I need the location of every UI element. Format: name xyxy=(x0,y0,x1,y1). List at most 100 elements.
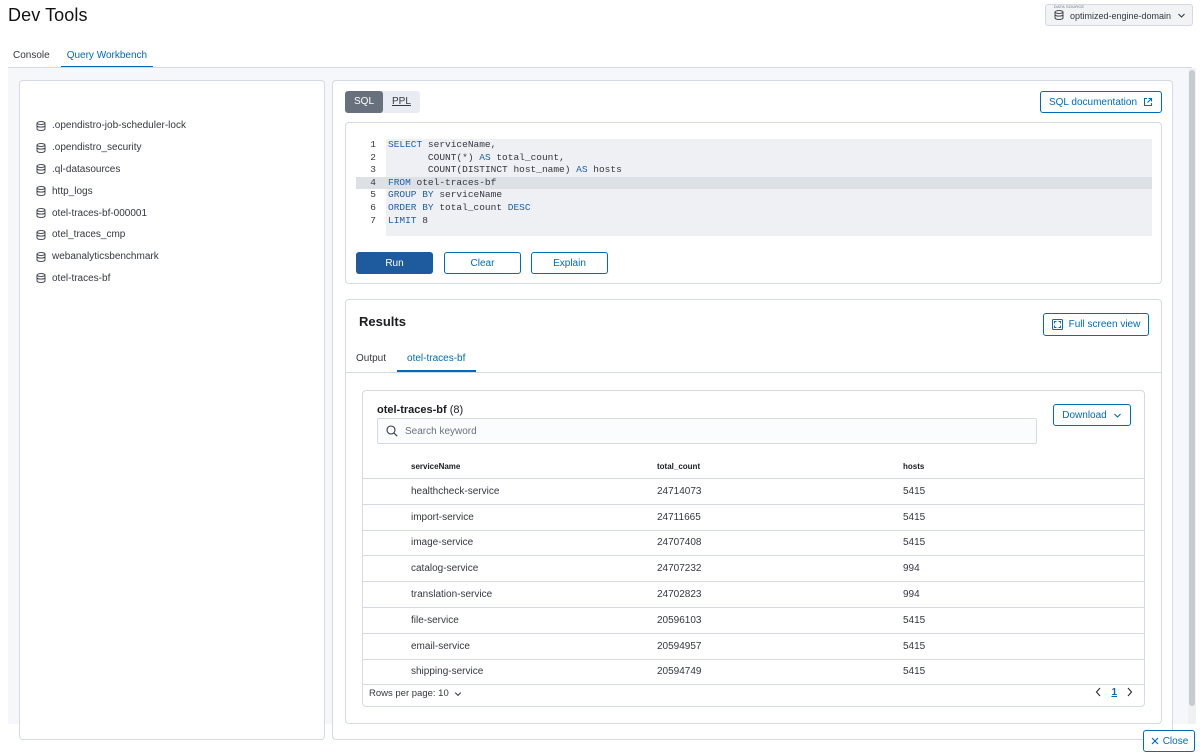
table-cell: file-service xyxy=(411,614,459,626)
database-icon xyxy=(36,186,46,197)
close-label: Close xyxy=(1162,735,1189,747)
sidebar-item-index[interactable]: otel-traces-bf-000001 xyxy=(36,202,186,224)
pager: 1 xyxy=(1094,686,1134,698)
sidebar-item-label: http_logs xyxy=(52,185,93,197)
download-label: Download xyxy=(1062,409,1107,421)
line-number: 2 xyxy=(370,151,376,163)
sidebar-item-index[interactable]: webanalyticsbenchmark xyxy=(36,246,186,268)
code-line[interactable]: 5 GROUP BY serviceName xyxy=(356,189,1152,202)
code-text: GROUP BY serviceName xyxy=(388,189,503,201)
explain-button[interactable]: Explain xyxy=(531,252,608,274)
table-cell: 24714073 xyxy=(657,485,702,497)
data-source-picker[interactable]: DATA SOURCE optimized-engine-domain xyxy=(1045,4,1193,26)
external-link-icon xyxy=(1143,97,1153,107)
table-cell: 994 xyxy=(903,589,920,601)
chevron-right-icon[interactable] xyxy=(1125,686,1134,698)
scrollbar-thumb[interactable] xyxy=(1189,70,1195,706)
full-screen-view-label: Full screen view xyxy=(1068,319,1141,330)
rows-per-page-selector[interactable]: Rows per page: 10 xyxy=(369,688,462,699)
table-cell: translation-service xyxy=(411,589,493,601)
column-header-servicename[interactable]: serviceName xyxy=(363,462,657,471)
table-cell: shipping-service xyxy=(411,666,484,678)
table-cell: 20596103 xyxy=(657,614,702,626)
sidebar-item-label: .opendistro_security xyxy=(52,142,142,154)
result-table: serviceName total_count hosts healthchec… xyxy=(363,455,1144,686)
tab-output[interactable]: Output xyxy=(346,345,397,372)
table-cell: 24707232 xyxy=(657,563,702,575)
tab-console[interactable]: Console xyxy=(8,44,55,68)
run-button[interactable]: Run xyxy=(356,252,433,274)
query-panel: SQL PPL SQL documentation 1 SELECT servic… xyxy=(332,80,1173,740)
ppl-toggle-button[interactable]: PPL xyxy=(383,91,420,113)
table-row: image-service 24707408 5415 xyxy=(363,531,1144,557)
chevron-down-icon xyxy=(1177,11,1186,20)
sidebar-item-label: otel_traces_cmp xyxy=(52,229,126,241)
code-line[interactable]: 7 LIMIT 8 xyxy=(356,215,1152,228)
full-screen-view-button[interactable]: Full screen view xyxy=(1043,313,1149,336)
code-text: COUNT(DISTINCT host_name) AS hosts xyxy=(427,164,622,176)
code-line[interactable]: 3 COUNT(DISTINCT host_name) AS hosts xyxy=(356,164,1152,177)
tab-query-workbench[interactable]: Query Workbench xyxy=(60,44,154,68)
table-row: healthcheck-service 24714073 5415 xyxy=(363,479,1144,505)
table-cell: 24707408 xyxy=(657,537,702,549)
results-card: Results Full screen view Output otel-tra… xyxy=(345,299,1162,724)
table-header: serviceName total_count hosts xyxy=(363,455,1144,479)
line-number: 7 xyxy=(370,214,376,226)
table-cell: 5415 xyxy=(903,537,926,549)
page-number[interactable]: 1 xyxy=(1111,687,1117,698)
table-cell: email-service xyxy=(411,640,470,652)
sql-editor[interactable]: 1 SELECT serviceName, 2 COUNT(*) AS total_… xyxy=(356,139,1152,236)
result-table-card: otel-traces-bf (8) Download Search keywo… xyxy=(362,390,1145,707)
table-cell: 5415 xyxy=(903,485,926,497)
database-icon xyxy=(36,142,46,153)
database-icon xyxy=(36,164,46,175)
data-source-label: DATA SOURCE xyxy=(1054,4,1085,9)
result-table-name: otel-traces-bf xyxy=(377,404,447,416)
chevron-down-icon xyxy=(454,690,462,698)
vertical-scrollbar[interactable] xyxy=(1188,68,1196,724)
line-number: 1 xyxy=(370,139,376,150)
code-text: SELECT serviceName, xyxy=(388,139,497,150)
close-icon xyxy=(1150,736,1160,746)
table-cell: 24711665 xyxy=(657,511,701,523)
table-row: file-service 20596103 5415 xyxy=(363,608,1144,634)
table-row: catalog-service 24707232 994 xyxy=(363,556,1144,583)
tab-otel-traces-bf[interactable]: otel-traces-bf xyxy=(397,345,477,372)
sql-documentation-button[interactable]: SQL documentation xyxy=(1040,91,1162,113)
download-button[interactable]: Download xyxy=(1053,404,1131,426)
close-button[interactable]: Close xyxy=(1143,730,1195,752)
table-row: import-service 24711665 5415 xyxy=(363,505,1144,531)
sidebar-item-label: otel-traces-bf xyxy=(52,272,111,284)
sidebar-item-index[interactable]: otel_traces_cmp xyxy=(36,224,186,246)
sidebar-item-index[interactable]: .opendistro_security xyxy=(36,137,186,159)
database-icon xyxy=(36,208,46,218)
table-cell: 5415 xyxy=(903,614,926,626)
sidebar-item-index[interactable]: .opendistro-job-scheduler-lock xyxy=(36,115,186,137)
column-header-total-count[interactable]: total_count xyxy=(657,462,903,471)
database-icon xyxy=(36,230,46,240)
line-number: 5 xyxy=(370,189,376,201)
code-line[interactable]: 1 SELECT serviceName, xyxy=(356,139,1152,152)
search-field[interactable] xyxy=(377,418,1037,444)
sidebar-item-index[interactable]: otel-traces-bf xyxy=(36,268,186,290)
code-line[interactable]: 2 COUNT(*) AS total_count, xyxy=(356,152,1152,165)
table-cell: 994 xyxy=(903,563,920,575)
sidebar-item-index[interactable]: http_logs xyxy=(36,180,186,202)
code-line[interactable]: 4 FROM otel-traces-bf xyxy=(356,176,1152,190)
sidebar-item-label: .opendistro-job-scheduler-lock xyxy=(52,120,186,132)
result-row-count: (8) xyxy=(449,404,464,416)
sidebar-item-index[interactable]: .ql-datasources xyxy=(36,159,186,181)
code-line[interactable]: 6 ORDER BY total_count DESC xyxy=(356,202,1152,215)
search-input[interactable] xyxy=(405,425,1005,437)
table-cell: 20594749 xyxy=(657,666,702,678)
top-tabs: Console Query Workbench xyxy=(8,44,159,68)
chevron-left-icon[interactable] xyxy=(1094,686,1103,698)
sql-toggle-button[interactable]: SQL xyxy=(345,91,384,113)
column-header-hosts[interactable]: hosts xyxy=(903,462,1103,471)
table-row: email-service 20594957 5415 xyxy=(363,634,1144,660)
table-cell: 5415 xyxy=(903,511,926,523)
clear-button[interactable]: Clear xyxy=(444,252,521,274)
database-icon xyxy=(36,121,46,131)
database-icon xyxy=(36,273,46,284)
index-list: .opendistro-job-scheduler-lock .opendistr… xyxy=(36,115,186,289)
